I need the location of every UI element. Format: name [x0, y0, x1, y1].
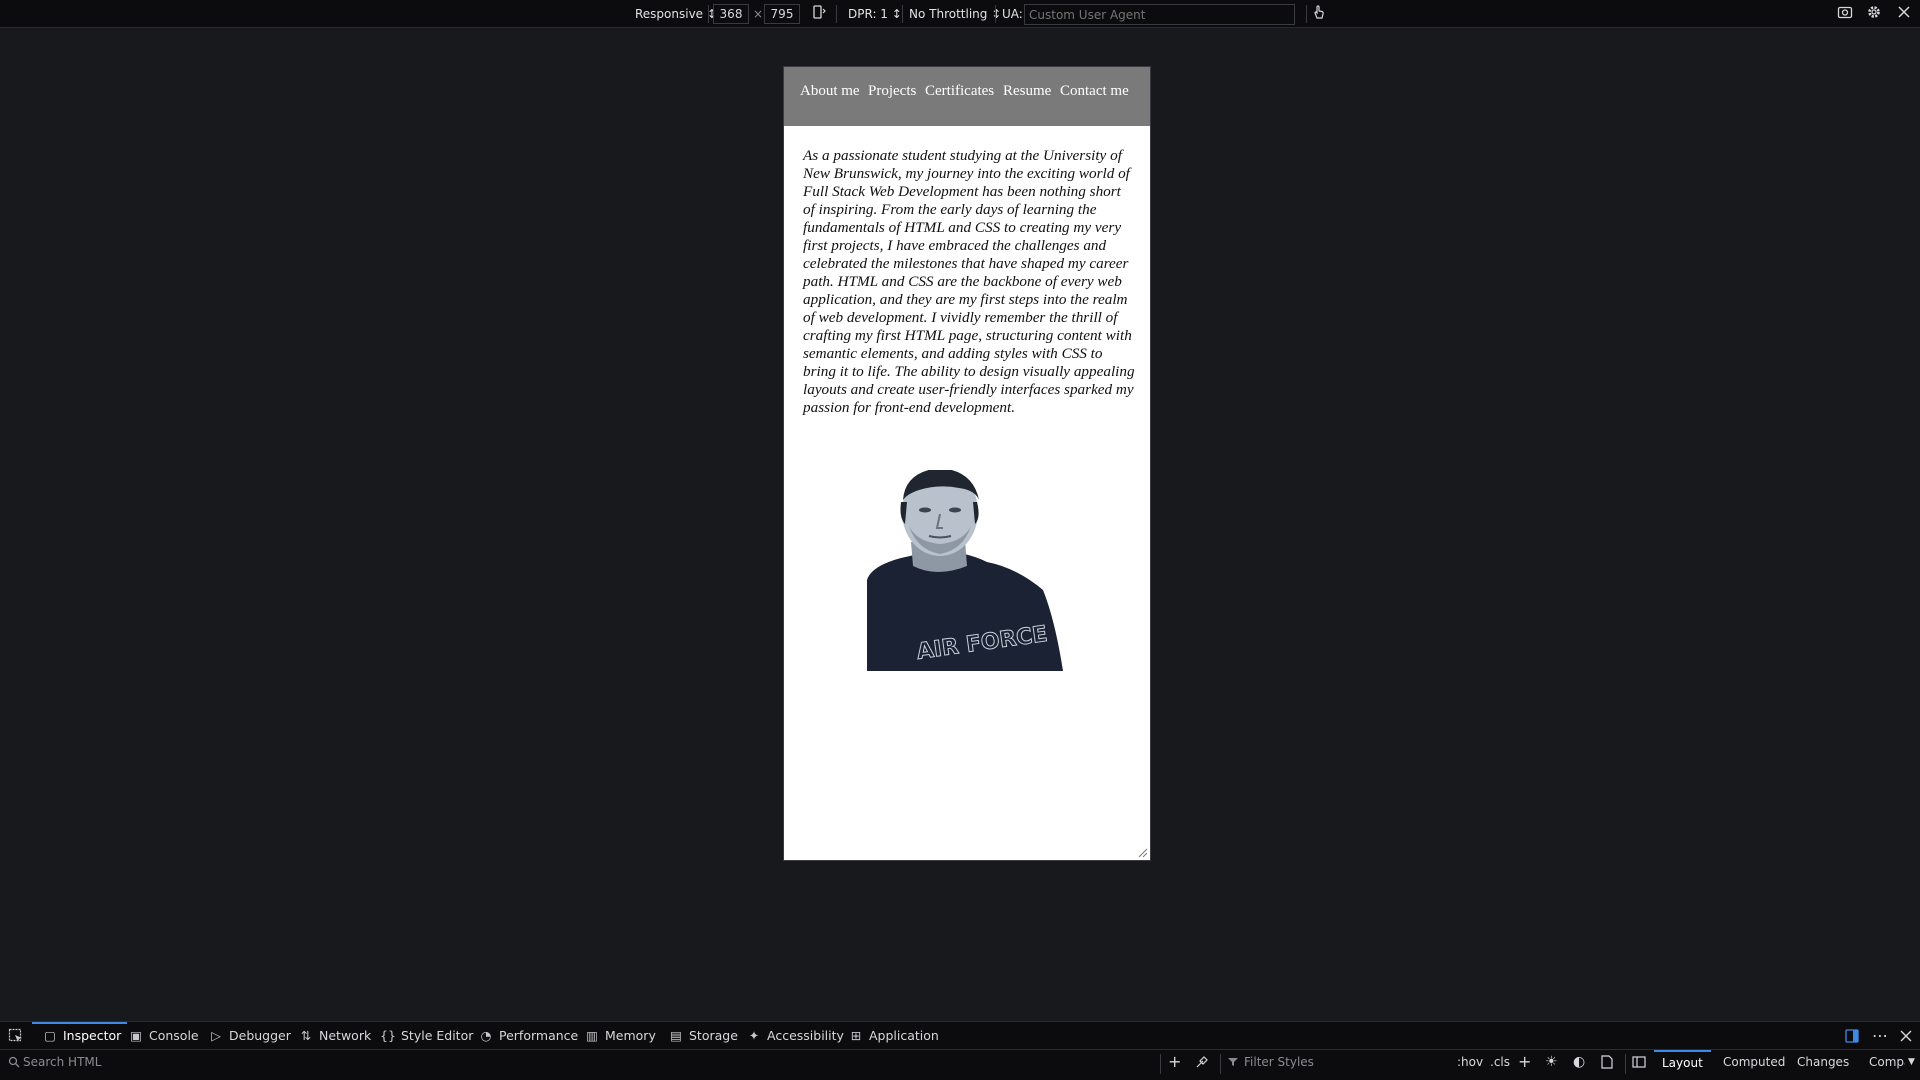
- site-nav: About me Projects Certificates Resume Co…: [784, 67, 1150, 126]
- inspector-icon: ▢: [44, 1028, 56, 1043]
- hover-state-toggle[interactable]: :hov: [1457, 1050, 1483, 1078]
- dpr-select[interactable]: DPR: 1 ↕: [848, 0, 902, 28]
- close-icon[interactable]: [1894, 4, 1914, 24]
- performance-icon: ◔: [480, 1028, 492, 1043]
- eyedropper-icon[interactable]: [1195, 1050, 1209, 1078]
- tab-performance[interactable]: ◔ Performance: [478, 1022, 579, 1050]
- toggle-sidebar-icon[interactable]: [1632, 1050, 1646, 1078]
- divider: [836, 5, 837, 23]
- tab-accessibility[interactable]: ✦ Accessibility: [746, 1022, 844, 1050]
- tab-console[interactable]: ▣ Console: [128, 1022, 199, 1050]
- filter-icon: [1228, 1050, 1238, 1078]
- touch-simulation-icon[interactable]: [1309, 4, 1329, 24]
- device-viewport[interactable]: About me Projects Certificates Resume Co…: [783, 66, 1151, 861]
- divider: [1220, 1054, 1221, 1074]
- profile-photo: AIR FORCE: [867, 470, 1063, 671]
- close-devtools-icon[interactable]: [1900, 1022, 1912, 1050]
- nav-projects[interactable]: Projects: [868, 83, 916, 100]
- style-editor-icon: {}: [380, 1028, 396, 1043]
- devtools-tab-bar: ▢ Inspector ▣ Console ▷ Debugger ⇅ Network {…: [0, 1021, 1920, 1049]
- size-separator: ×: [753, 7, 764, 21]
- device-select[interactable]: Responsive ↕: [635, 0, 717, 28]
- dark-scheme-icon[interactable]: ◐: [1573, 1050, 1585, 1078]
- viewport-height-input[interactable]: 795: [764, 4, 800, 24]
- nav-resume[interactable]: Resume: [1003, 83, 1051, 100]
- divider: [995, 5, 996, 23]
- tab-storage[interactable]: ▤ Storage: [668, 1022, 738, 1050]
- divider: [1625, 1054, 1626, 1074]
- more-options-icon[interactable]: ⋯: [1872, 1022, 1888, 1050]
- divider: [1160, 1054, 1161, 1074]
- settings-icon[interactable]: [1864, 4, 1884, 24]
- tab-style-editor[interactable]: {} Style Editor: [380, 1022, 473, 1050]
- application-icon: ⊞: [850, 1028, 862, 1043]
- tab-changes[interactable]: Changes: [1797, 1050, 1849, 1078]
- tab-layout[interactable]: Layout: [1654, 1050, 1711, 1078]
- debugger-icon: ▷: [211, 1028, 221, 1043]
- tab-compatibility[interactable]: Compa: [1869, 1050, 1905, 1078]
- rotate-icon[interactable]: [809, 4, 829, 24]
- divider: [1306, 5, 1307, 23]
- tab-inspector[interactable]: ▢ Inspector: [31, 1022, 128, 1050]
- light-scheme-icon[interactable]: ☀: [1545, 1050, 1558, 1078]
- user-agent-input[interactable]: [1024, 4, 1295, 25]
- console-icon: ▣: [130, 1028, 142, 1043]
- network-icon: ⇅: [300, 1028, 312, 1043]
- screenshot-icon[interactable]: [1835, 4, 1855, 24]
- add-rule-icon[interactable]: +: [1518, 1050, 1531, 1078]
- inspector-toolbar: Search HTML + Filter Styles :hov .cls + …: [0, 1049, 1920, 1080]
- viewport-width-input[interactable]: 368: [713, 4, 749, 24]
- throttling-select[interactable]: No Throttling ↕: [909, 0, 1001, 28]
- tab-debugger[interactable]: ▷ Debugger: [208, 1022, 291, 1050]
- nav-certificates[interactable]: Certificates: [925, 83, 994, 100]
- tab-memory[interactable]: ▥ Memory: [584, 1022, 656, 1050]
- tab-application[interactable]: ⊞ Application: [848, 1022, 939, 1050]
- resize-handle-icon[interactable]: [1138, 848, 1148, 858]
- ua-label: UA:: [1002, 7, 1023, 21]
- nav-about-me[interactable]: About me: [800, 83, 860, 100]
- storage-icon: ▤: [670, 1028, 682, 1043]
- class-toggle[interactable]: .cls: [1490, 1050, 1510, 1078]
- accessibility-icon: ✦: [748, 1028, 760, 1043]
- element-picker-icon[interactable]: [8, 1022, 24, 1050]
- tab-computed[interactable]: Computed: [1723, 1050, 1785, 1078]
- divider: [708, 5, 709, 23]
- filter-styles-input[interactable]: Filter Styles: [1244, 1050, 1314, 1078]
- about-paragraph: As a passionate student studying at the …: [803, 147, 1135, 416]
- memory-icon: ▥: [586, 1028, 598, 1043]
- search-icon: [8, 1050, 20, 1078]
- dock-side-icon[interactable]: [1844, 1022, 1860, 1050]
- rdm-toolbar: Responsive ↕ 368 × 795 DPR: 1 ↕ No Throt…: [0, 0, 1920, 28]
- add-node-icon[interactable]: +: [1168, 1050, 1181, 1078]
- chevron-down-icon[interactable]: ▼: [1908, 1050, 1915, 1078]
- search-html-input[interactable]: Search HTML: [23, 1050, 101, 1078]
- nav-contact-me[interactable]: Contact me: [1060, 83, 1129, 100]
- print-media-icon[interactable]: [1601, 1050, 1613, 1078]
- tab-network[interactable]: ⇅ Network: [298, 1022, 371, 1050]
- divider: [902, 5, 903, 23]
